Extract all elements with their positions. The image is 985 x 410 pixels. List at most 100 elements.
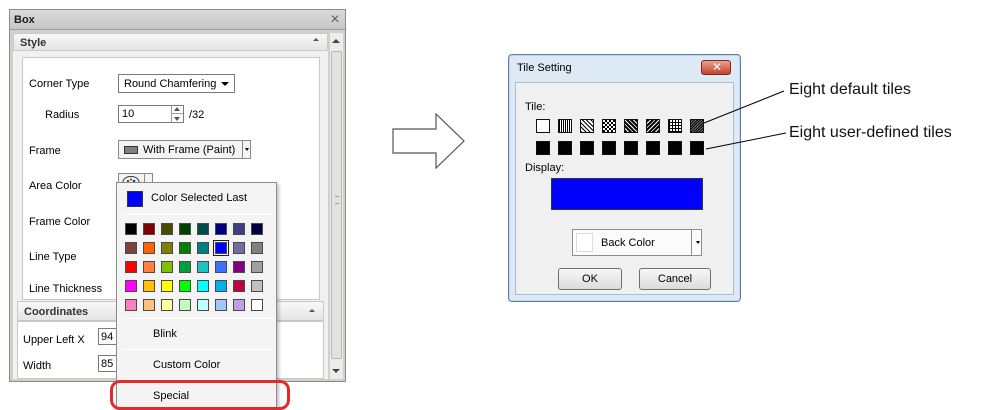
radius-max-label: /32 xyxy=(189,109,205,121)
upper-left-x-value: 94 xyxy=(101,331,114,343)
spin-up-icon[interactable] xyxy=(174,107,180,111)
palette-color-cell[interactable] xyxy=(179,261,191,273)
frame-swatch-icon xyxy=(124,146,138,154)
spin-down-icon[interactable] xyxy=(174,117,180,121)
default-tile[interactable] xyxy=(624,119,638,133)
width-label: Width xyxy=(23,360,52,372)
ok-button[interactable]: OK xyxy=(558,268,622,290)
frame-split-button[interactable]: With Frame (Paint) xyxy=(118,140,251,159)
palette-color-cell[interactable] xyxy=(161,299,173,311)
palette-color-cell[interactable] xyxy=(233,261,245,273)
corner-type-value: Round Chamfering xyxy=(124,78,217,90)
custom-color-menu-item[interactable]: Custom Color xyxy=(121,355,272,375)
palette-color-cell[interactable] xyxy=(125,261,137,273)
line-thickness-label: Line Thickness xyxy=(29,283,103,295)
custom-color-label: Custom Color xyxy=(153,359,221,371)
palette-color-cell[interactable] xyxy=(233,299,245,311)
scroll-up-icon[interactable] xyxy=(332,39,340,43)
palette-color-cell[interactable] xyxy=(213,240,229,256)
palette-color-cell[interactable] xyxy=(179,223,191,235)
user-defined-tile[interactable] xyxy=(558,141,572,155)
default-tile[interactable] xyxy=(536,119,550,133)
palette-color-cell[interactable] xyxy=(197,242,209,254)
palette-color-cell[interactable] xyxy=(161,242,173,254)
menu-separator xyxy=(121,214,272,215)
user-defined-tile[interactable] xyxy=(646,141,660,155)
default-tile[interactable] xyxy=(668,119,682,133)
palette-color-cell[interactable] xyxy=(233,280,245,292)
dialog-close-button[interactable]: ✕ xyxy=(701,60,731,75)
palette-color-cell[interactable] xyxy=(251,223,263,235)
palette-color-cell[interactable] xyxy=(251,242,263,254)
palette-color-cell[interactable] xyxy=(215,223,227,235)
blink-label: Blink xyxy=(153,328,177,340)
palette-color-cell[interactable] xyxy=(197,261,209,273)
back-color-swatch xyxy=(576,233,593,252)
collapse-chevron-icon[interactable] xyxy=(313,38,319,41)
chevron-down-icon[interactable] xyxy=(696,241,700,244)
palette-color-cell[interactable] xyxy=(125,280,137,292)
palette-color-cell[interactable] xyxy=(161,261,173,273)
user-defined-tile[interactable] xyxy=(624,141,638,155)
palette-color-cell[interactable] xyxy=(233,223,245,235)
menu-separator xyxy=(121,349,272,350)
palette-color-cell[interactable] xyxy=(161,223,173,235)
close-icon[interactable]: ✕ xyxy=(330,12,340,26)
panel-scrollbar[interactable] xyxy=(329,33,343,379)
line-type-label: Line Type xyxy=(29,251,77,263)
display-label: Display: xyxy=(525,162,565,174)
display-preview xyxy=(551,178,703,210)
palette-color-cell[interactable] xyxy=(125,223,137,235)
palette-color-cell[interactable] xyxy=(215,261,227,273)
menu-separator xyxy=(121,318,272,319)
style-section-header[interactable]: Style xyxy=(13,33,328,51)
palette-color-cell[interactable] xyxy=(179,280,191,292)
palette-color-cell[interactable] xyxy=(161,280,173,292)
user-defined-tile[interactable] xyxy=(580,141,594,155)
corner-type-combo[interactable]: Round Chamfering xyxy=(118,74,235,93)
scroll-down-icon[interactable] xyxy=(332,369,340,373)
palette-color-cell[interactable] xyxy=(125,242,137,254)
corner-type-label: Corner Type xyxy=(29,78,90,90)
user-defined-tile[interactable] xyxy=(536,141,550,155)
blink-menu-item[interactable]: Blink xyxy=(121,324,272,344)
palette-color-cell[interactable] xyxy=(197,280,209,292)
palette-color-cell[interactable] xyxy=(179,299,191,311)
back-color-split-button[interactable]: Back Color xyxy=(572,229,702,256)
palette-color-cell[interactable] xyxy=(233,242,245,254)
default-tile[interactable] xyxy=(558,119,572,133)
palette-color-cell[interactable] xyxy=(143,223,155,235)
radius-stepper[interactable]: 10 xyxy=(118,105,184,123)
upper-left-x-label: Upper Left X xyxy=(23,334,85,346)
palette-color-cell[interactable] xyxy=(143,261,155,273)
dialog-title: Tile Setting xyxy=(517,62,572,74)
user-defined-tile[interactable] xyxy=(602,141,616,155)
palette-color-cell[interactable] xyxy=(125,299,137,311)
cancel-button[interactable]: Cancel xyxy=(639,268,711,290)
palette-color-cell[interactable] xyxy=(251,261,263,273)
user-defined-tile[interactable] xyxy=(668,141,682,155)
palette-color-cell[interactable] xyxy=(215,280,227,292)
collapse-chevron-icon[interactable] xyxy=(309,309,315,312)
color-selected-last-item[interactable]: Color Selected Last xyxy=(120,187,273,211)
palette-color-cell[interactable] xyxy=(179,242,191,254)
radius-value: 10 xyxy=(122,108,135,120)
coordinates-section-title: Coordinates xyxy=(24,306,89,318)
palette-color-cell[interactable] xyxy=(251,299,263,311)
palette-color-cell[interactable] xyxy=(197,223,209,235)
spin-buttons[interactable] xyxy=(171,106,183,122)
frame-dropdown-arrow[interactable] xyxy=(242,141,251,158)
palette-color-cell[interactable] xyxy=(143,280,155,292)
palette-color-cell[interactable] xyxy=(215,299,227,311)
palette-color-cell[interactable] xyxy=(143,299,155,311)
default-tile[interactable] xyxy=(646,119,660,133)
radius-label: Radius xyxy=(45,109,80,121)
scroll-thumb[interactable] xyxy=(331,51,342,359)
color-dropdown-menu: Color Selected Last Blink Custom Color S… xyxy=(116,182,277,409)
chevron-down-icon xyxy=(221,82,229,86)
palette-color-cell[interactable] xyxy=(197,299,209,311)
default-tile[interactable] xyxy=(580,119,594,133)
palette-color-cell[interactable] xyxy=(251,280,263,292)
default-tile[interactable] xyxy=(602,119,616,133)
palette-color-cell[interactable] xyxy=(143,242,155,254)
